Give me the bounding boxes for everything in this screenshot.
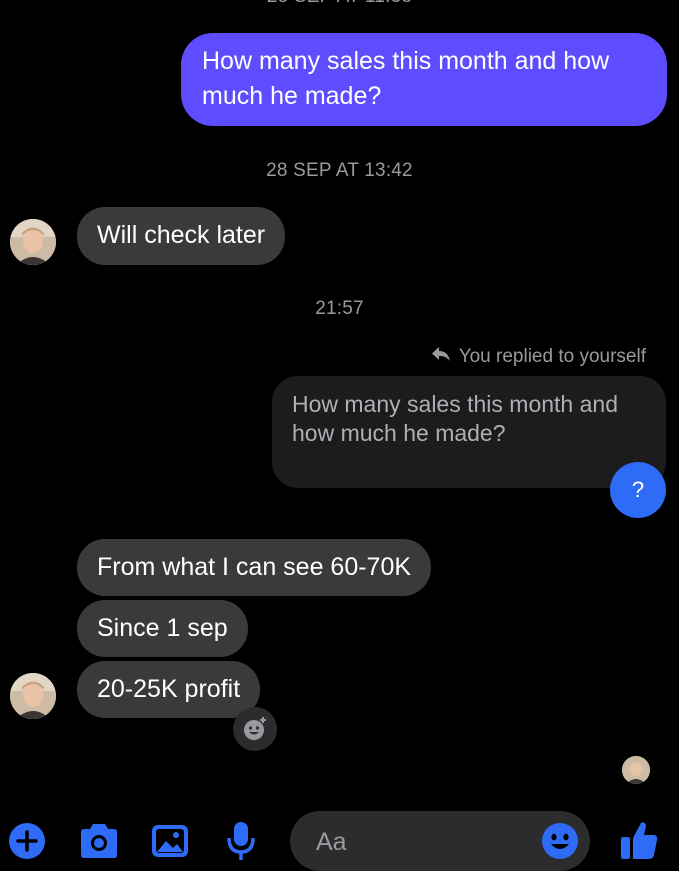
incoming-message[interactable]: Will check later xyxy=(77,207,286,265)
incoming-message[interactable]: Since 1 sep xyxy=(77,600,248,657)
outgoing-message-line: How many sales this month and how xyxy=(202,47,610,75)
reply-message-badge[interactable]: ? xyxy=(610,462,666,518)
message-input[interactable] xyxy=(314,823,518,861)
thumbs-up-icon[interactable] xyxy=(618,818,660,862)
timestamp: 21:57 xyxy=(315,298,364,319)
message-composer[interactable] xyxy=(290,811,590,871)
seen-avatar xyxy=(622,756,650,784)
camera-icon[interactable] xyxy=(78,822,120,860)
quoted-message-line: how much he made? xyxy=(292,420,506,446)
contact-avatar[interactable] xyxy=(10,219,56,265)
plus-icon[interactable] xyxy=(8,822,46,860)
quoted-message[interactable]: How many sales this month and how much h… xyxy=(272,376,666,488)
add-reaction-icon[interactable] xyxy=(233,707,277,751)
reply-arrow-icon xyxy=(431,346,451,368)
outgoing-message-line: much he made? xyxy=(202,82,382,110)
contact-avatar[interactable] xyxy=(10,673,56,719)
timestamp: 28 SEP AT 13:42 xyxy=(266,160,413,181)
reply-note: You replied to yourself xyxy=(431,346,646,368)
image-icon[interactable] xyxy=(150,822,190,860)
emoji-icon[interactable] xyxy=(540,821,580,861)
incoming-message[interactable]: 20-25K profit xyxy=(77,661,261,718)
incoming-message[interactable]: From what I can see 60-70K xyxy=(77,539,432,596)
quoted-message-line: How many sales this month and xyxy=(292,391,618,417)
timestamp-cut-off: 28 SEP AT 11:38 xyxy=(0,0,679,8)
outgoing-message[interactable]: How many sales this month and how much h… xyxy=(181,33,667,126)
reply-note-text: You replied to yourself xyxy=(458,346,646,367)
microphone-icon[interactable] xyxy=(224,820,258,862)
